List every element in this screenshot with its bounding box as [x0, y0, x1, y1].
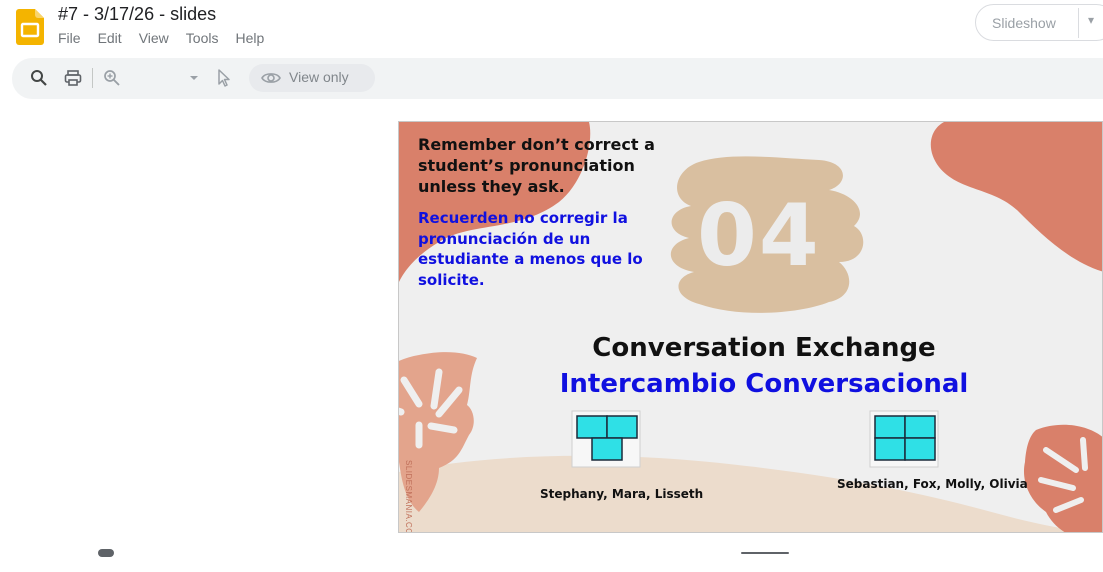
document-title[interactable]: #7 - 3/17/26 - slides — [58, 4, 216, 25]
search-icon[interactable] — [28, 67, 50, 89]
note-english: Remember don’t correct a student’s pronu… — [418, 135, 655, 196]
table-layout-icon-group-2 — [869, 410, 939, 468]
slideshow-label: Slideshow — [992, 15, 1056, 31]
slideshow-button[interactable]: Slideshow ▾ — [975, 4, 1103, 41]
slideshow-dropdown-icon[interactable]: ▾ — [1088, 13, 1094, 27]
note-spanish: Recuerden no corregir la pronunciación d… — [418, 209, 643, 289]
toolbar-divider — [92, 68, 93, 88]
menu-tools[interactable]: Tools — [186, 30, 219, 46]
section-number: 04 — [697, 186, 821, 286]
slide-canvas[interactable]: Remember don’t correct a student’s pronu… — [398, 121, 1103, 533]
toolbar: View only — [12, 58, 1103, 99]
chevron-down-icon[interactable] — [183, 67, 205, 89]
title-spanish: Intercambio Conversacional — [559, 369, 969, 399]
menu-view[interactable]: View — [139, 30, 169, 46]
pointer-icon[interactable] — [213, 67, 235, 89]
table-layout-icon-group-1 — [571, 410, 641, 468]
menu-help[interactable]: Help — [235, 30, 264, 46]
slidesmania-watermark: SLIDESMANIA.COM — [404, 460, 413, 533]
menu-bar: File Edit View Tools Help — [58, 30, 281, 46]
monstera-leaf-right — [1024, 424, 1102, 532]
sand-wave-bottom — [399, 455, 1086, 532]
group-1-names: Stephany, Mara, Lisseth — [540, 487, 704, 501]
slide-progress-line — [741, 552, 789, 554]
view-only-chip[interactable]: View only — [249, 64, 375, 92]
slide-scroll-indicator[interactable] — [98, 549, 114, 557]
view-only-label: View only — [289, 69, 349, 85]
menu-file[interactable]: File — [58, 30, 81, 46]
slideshow-divider — [1078, 8, 1079, 38]
menu-edit[interactable]: Edit — [98, 30, 122, 46]
group-2-names: Sebastian, Fox, Molly, Olivia — [837, 477, 1028, 491]
google-slides-icon[interactable] — [16, 9, 44, 45]
title-english: Conversation Exchange — [592, 333, 936, 363]
coral-blob-top-right — [930, 122, 1102, 272]
zoom-icon[interactable] — [101, 67, 123, 89]
print-icon[interactable] — [62, 67, 84, 89]
eye-icon — [261, 69, 281, 92]
